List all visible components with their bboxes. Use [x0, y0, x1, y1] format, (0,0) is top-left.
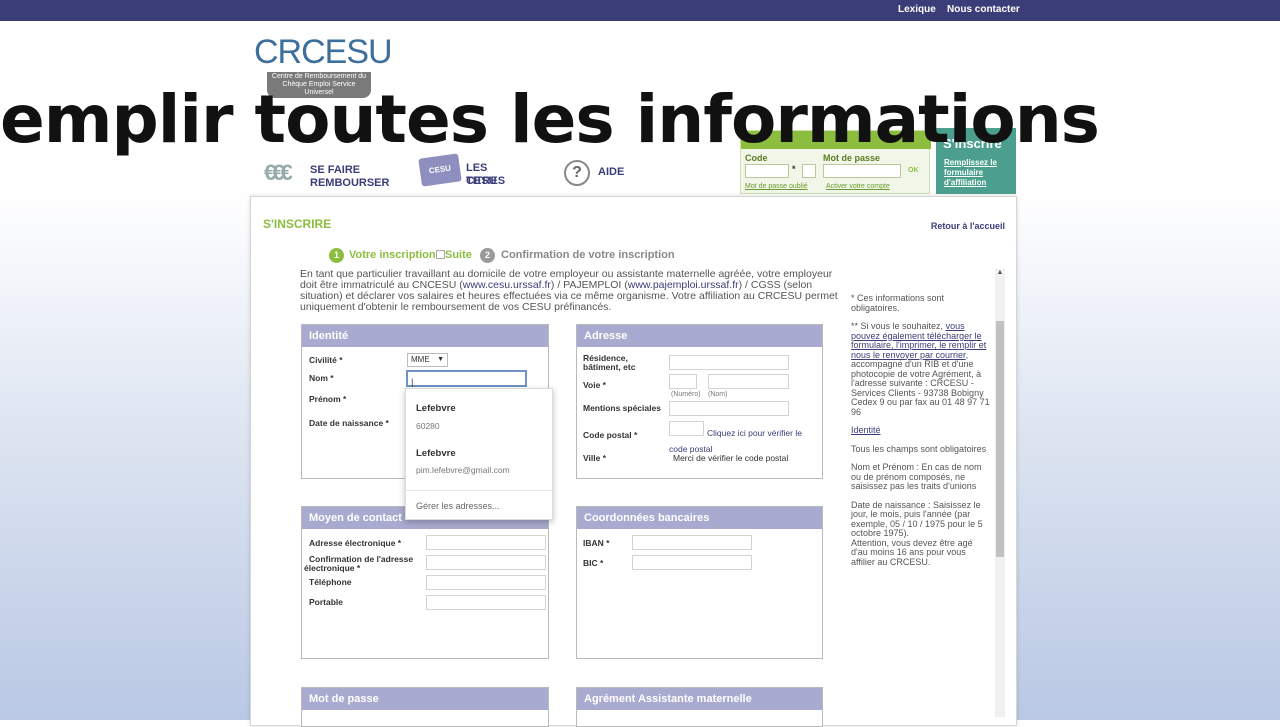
notes-p1: Tous les champs sont obligatoires [851, 443, 987, 454]
suite-image: Suite [436, 249, 472, 261]
iban-input[interactable] [632, 535, 752, 550]
password-input[interactable] [823, 164, 901, 178]
step1-badge: 1 [329, 248, 344, 263]
notes-p4: Attention, vous devez être agé d'au moin… [851, 537, 973, 567]
suite-alt-text: Suite [445, 249, 472, 261]
banque-section: Coordonnées bancaires IBAN * BIC * [576, 506, 823, 659]
back-home-link[interactable]: Retour à l'accueil [931, 221, 1005, 231]
residence-label: Résidence, bâtiment, etc [583, 353, 636, 372]
autocomplete-value: pim.lefebvre@gmail.com [416, 465, 510, 475]
portable-input[interactable] [426, 595, 546, 610]
bic-label: BIC * [583, 558, 604, 568]
identite-header: Identité [302, 325, 548, 347]
autocomplete-dropdown: Lefebvre 60280 Lefebvre pim.lefebvre@gma… [405, 388, 554, 521]
step2-badge: 2 [480, 248, 495, 263]
mentions-label: Mentions spéciales [583, 403, 661, 413]
voie-label: Voie * [583, 380, 606, 390]
euro-icon: €€€ [264, 160, 293, 185]
scrollbar-thumb[interactable] [996, 321, 1004, 557]
logo-word: CRCESU [254, 33, 393, 71]
notes-download: ** Si vous le souhaitez, vous pouvez éga… [851, 321, 991, 417]
nom-hint: (Nom) [708, 391, 728, 398]
code-input[interactable] [745, 164, 789, 178]
autocomplete-value: 60280 [416, 421, 440, 431]
top-bar: Lexique Nous contacter [0, 0, 1280, 21]
notes-p3: Date de naissance : Saisissez le jour, l… [851, 499, 983, 538]
nom-input[interactable]: | [406, 370, 527, 387]
scrollbar[interactable]: ▲ [995, 269, 1005, 717]
contact-link[interactable]: Nous contacter [947, 4, 1020, 15]
help-notes: * Ces informations sont obligatoires. **… [851, 293, 991, 567]
cp-label: Code postal * [583, 430, 638, 440]
inscrire-link[interactable]: Remplissez le formulaire d'affiliation [944, 158, 1016, 188]
manage-addresses-item[interactable]: Gérer les adresses... [406, 490, 554, 521]
prenom-label: Prénom * [309, 394, 347, 404]
notes-download-pre: ** Si vous le souhaitez, [851, 321, 946, 331]
civilite-label: Civilité * [309, 355, 343, 365]
email-label: Adresse électronique * [309, 538, 402, 548]
adresse-header: Adresse [577, 325, 822, 347]
numero-hint: (Numéro) [671, 391, 701, 398]
bic-input[interactable] [632, 555, 752, 570]
lexique-link[interactable]: Lexique [898, 4, 936, 15]
help-icon: ? [564, 160, 590, 186]
page-title: S'INSCRIRE [263, 217, 332, 231]
email-confirm-input[interactable] [426, 555, 546, 570]
intro-text: En tant que particulier travaillant au d… [300, 269, 840, 313]
contact-section: Moyen de contact Adresse électronique * … [301, 506, 549, 659]
nom-value: | [411, 377, 414, 387]
overlay-caption: emplir toutes les informations [0, 81, 1100, 158]
mentions-input[interactable] [669, 401, 789, 416]
civilite-value: MME [411, 355, 430, 364]
notes-download-post: , accompagné d'un RIB et d'une photocopi… [851, 349, 990, 417]
telephone-input[interactable] [426, 575, 546, 590]
iban-label: IBAN * [583, 538, 610, 548]
nav-aide-label: AIDE [598, 166, 625, 178]
activate-account-link[interactable]: Activer votre compte [826, 183, 890, 190]
nav-titres[interactable]: CESU LES TITRES CESU [418, 152, 528, 192]
scroll-up-icon[interactable]: ▲ [995, 269, 1005, 279]
agrement-section: Agrément Assistante maternelle [576, 687, 823, 727]
code-separator: * [792, 164, 796, 174]
adresse-section: Adresse Résidence, bâtiment, etc Voie * … [576, 324, 823, 479]
email-confirm-label: Confirmation de l'adresse électronique * [304, 554, 414, 573]
telephone-label: Téléphone [309, 577, 352, 587]
notes-identite-heading: Identité [851, 425, 881, 435]
voie-number-input[interactable] [669, 374, 697, 389]
nav-rembourser-l1: SE FAIRE [310, 164, 361, 176]
portable-label: Portable [309, 597, 344, 607]
ville-message: Merci de vérifier le code postal [673, 453, 789, 463]
cesu-card-icon: CESU [418, 153, 462, 187]
notes-required: * Ces informations sont obligatoires. [851, 293, 945, 313]
naissance-label: Date de naissance * [309, 418, 389, 428]
nav-titres-l2: CESU [466, 175, 497, 187]
residence-input[interactable] [669, 355, 789, 370]
code-key-input[interactable] [802, 164, 816, 178]
main-panel: S'INSCRIRE Retour à l'accueil 1 Votre in… [250, 196, 1017, 727]
agrement-header: Agrément Assistante maternelle [577, 688, 822, 710]
civilite-select[interactable]: MME ▼ [407, 353, 448, 367]
forgot-password-link[interactable]: Mot de passe oublié [745, 183, 808, 190]
ok-button[interactable]: OK [908, 167, 919, 174]
broken-image-icon [436, 250, 445, 259]
step1-label: Votre inscription [349, 249, 436, 261]
motdepasse-section: Mot de passe [301, 687, 549, 727]
nom-label: Nom * [309, 373, 334, 383]
nav-rembourser-l2: REMBOURSER [310, 177, 390, 189]
nav-rembourser[interactable]: €€€ SE FAIRE REMBOURSER [262, 152, 392, 192]
email-input[interactable] [426, 535, 546, 550]
ville-label: Ville * [583, 453, 606, 463]
notes-p2: Nom et Prénom : En cas de nom ou de prén… [851, 462, 982, 491]
voie-name-input[interactable] [708, 374, 789, 389]
dropdown-arrow-icon: ▼ [437, 356, 444, 363]
step2-label: Confirmation de votre inscription [501, 249, 675, 261]
nav-aide[interactable]: ? AIDE [562, 152, 632, 192]
autocomplete-name: Lefebvre [416, 448, 456, 459]
autocomplete-name: Lefebvre [416, 403, 456, 414]
motdepasse-header: Mot de passe [302, 688, 548, 710]
banque-header: Coordonnées bancaires [577, 507, 822, 529]
